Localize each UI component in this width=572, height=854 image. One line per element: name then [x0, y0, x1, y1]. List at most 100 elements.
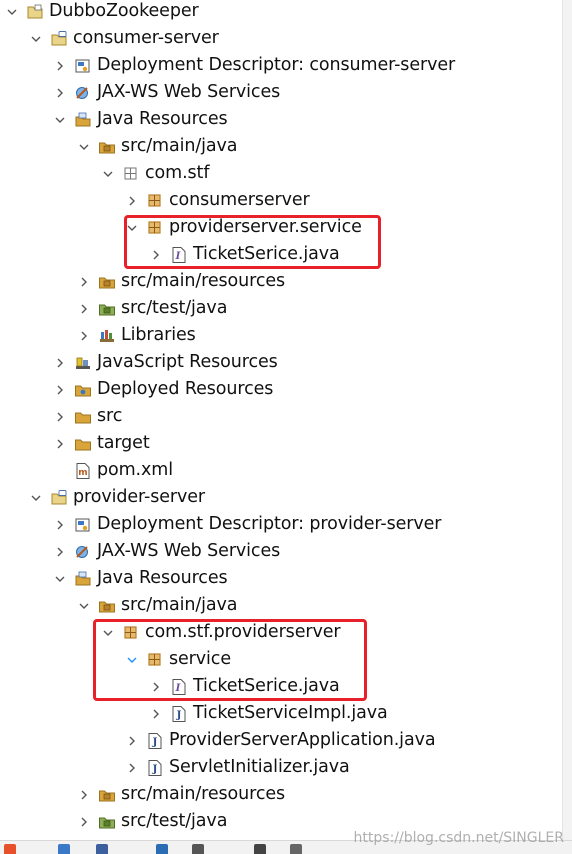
tree-item[interactable]: JavaScript Resources — [0, 349, 562, 376]
tree-item[interactable]: src — [0, 403, 562, 430]
chevron-right-icon[interactable] — [52, 52, 68, 79]
project-icon — [26, 3, 44, 21]
tree-item-label: Libraries — [121, 325, 196, 345]
svg-text:I: I — [175, 251, 181, 262]
package-icon — [146, 192, 164, 210]
tree-item-label: TicketSerice.java — [193, 244, 340, 264]
taskbar-app-icon[interactable] — [254, 844, 266, 854]
java-file-icon: J — [170, 705, 188, 723]
chevron-right-icon[interactable] — [52, 349, 68, 376]
tree-item[interactable]: J ServletInitializer.java — [0, 754, 562, 781]
chevron-right-icon[interactable] — [52, 403, 68, 430]
chevron-right-icon[interactable] — [76, 268, 92, 295]
tree-item[interactable]: J ProviderServerApplication.java — [0, 727, 562, 754]
chevron-down-icon[interactable] — [52, 565, 68, 592]
taskbar-app-icon[interactable] — [290, 844, 302, 854]
tree-item[interactable]: J TicketServiceImpl.java — [0, 700, 562, 727]
deployment-descriptor-icon — [74, 57, 92, 75]
tree-item-label: target — [97, 433, 150, 453]
java-file-icon: J — [146, 759, 164, 777]
taskbar-app-icon[interactable] — [96, 844, 108, 854]
chevron-down-icon[interactable] — [28, 484, 44, 511]
tree-item[interactable]: Deployment Descriptor: provider-server — [0, 511, 562, 538]
tree-item-label: Deployed Resources — [97, 379, 274, 399]
test-folder-icon — [98, 300, 116, 318]
tree-item[interactable]: src/test/java — [0, 295, 562, 322]
tree-item-label: service — [169, 649, 231, 669]
tree-item[interactable]: src/main/java — [0, 133, 562, 160]
tree-item[interactable]: src/main/resources — [0, 268, 562, 295]
tree-item[interactable]: src/main/resources — [0, 781, 562, 808]
vertical-scrollbar[interactable] — [562, 0, 572, 840]
java-resources-icon — [74, 111, 92, 129]
taskbar-app-icon[interactable] — [58, 844, 70, 854]
tree-item[interactable]: DubboZookeeper — [0, 0, 562, 25]
chevron-right-icon[interactable] — [148, 700, 164, 727]
chevron-right-icon[interactable] — [148, 673, 164, 700]
tree-item[interactable]: Java Resources — [0, 106, 562, 133]
chevron-right-icon[interactable] — [76, 295, 92, 322]
chevron-down-icon[interactable] — [52, 106, 68, 133]
tree-item-label: ProviderServerApplication.java — [169, 730, 436, 750]
project-explorer-tree: DubboZookeeper consumer-server Deployment … — [0, 0, 562, 840]
chevron-right-icon[interactable] — [124, 754, 140, 781]
svg-text:J: J — [152, 737, 158, 748]
taskbar-app-icon[interactable] — [4, 844, 16, 854]
chevron-right-icon[interactable] — [124, 187, 140, 214]
tree-item[interactable]: providerserver.service — [0, 214, 562, 241]
tree-item[interactable]: consumer-server — [0, 25, 562, 52]
svg-text:m: m — [78, 468, 87, 478]
javascript-resources-icon — [74, 354, 92, 372]
watermark: https://blog.csdn.net/SINGLER — [353, 830, 564, 846]
tree-item[interactable]: com.stf — [0, 160, 562, 187]
tree-item[interactable]: Libraries — [0, 322, 562, 349]
tree-item[interactable]: Deployed Resources — [0, 376, 562, 403]
tree-item-label: Java Resources — [97, 568, 228, 588]
chevron-down-icon[interactable] — [76, 592, 92, 619]
chevron-down-icon[interactable] — [124, 646, 140, 673]
chevron-down-icon[interactable] — [76, 133, 92, 160]
chevron-right-icon[interactable] — [76, 808, 92, 835]
tree-item[interactable]: target — [0, 430, 562, 457]
tree-item[interactable]: service — [0, 646, 562, 673]
chevron-down-icon[interactable] — [124, 214, 140, 241]
tree-item-label: src/test/java — [121, 298, 228, 318]
chevron-right-icon[interactable] — [52, 538, 68, 565]
tree-item[interactable]: com.stf.providerserver — [0, 619, 562, 646]
folder-icon — [74, 408, 92, 426]
chevron-down-icon[interactable] — [28, 25, 44, 52]
taskbar-app-icon[interactable] — [156, 844, 168, 854]
chevron-down-icon[interactable] — [100, 160, 116, 187]
xml-file-icon: m — [74, 462, 92, 480]
tree-item[interactable]: Java Resources — [0, 565, 562, 592]
chevron-right-icon[interactable] — [76, 781, 92, 808]
chevron-right-icon[interactable] — [76, 322, 92, 349]
tree-item[interactable]: JAX-WS Web Services — [0, 79, 562, 106]
tree-item-label: Deployment Descriptor: provider-server — [97, 514, 442, 534]
chevron-right-icon[interactable] — [124, 727, 140, 754]
chevron-right-icon[interactable] — [52, 79, 68, 106]
tree-item[interactable]: JAX-WS Web Services — [0, 538, 562, 565]
chevron-right-icon[interactable] — [52, 511, 68, 538]
tree-item[interactable]: consumerserver — [0, 187, 562, 214]
chevron-right-icon[interactable] — [148, 241, 164, 268]
tree-item-label: consumer-server — [73, 28, 219, 48]
tree-item[interactable]: Deployment Descriptor: consumer-server — [0, 52, 562, 79]
tree-item[interactable]: provider-server — [0, 484, 562, 511]
tree-item-label: consumerserver — [169, 190, 310, 210]
chevron-down-icon[interactable] — [100, 619, 116, 646]
chevron-right-icon[interactable] — [52, 376, 68, 403]
tree-item[interactable]: src/main/java — [0, 592, 562, 619]
tree-item[interactable]: m pom.xml — [0, 457, 562, 484]
source-folder-icon — [98, 138, 116, 156]
tree-item[interactable]: I TicketSerice.java — [0, 673, 562, 700]
chevron-down-icon[interactable] — [4, 0, 20, 25]
tree-item-label: TicketServiceImpl.java — [193, 703, 388, 723]
package-icon — [122, 624, 140, 642]
source-folder-icon — [98, 273, 116, 291]
tree-item[interactable]: I TicketSerice.java — [0, 241, 562, 268]
taskbar-app-icon[interactable] — [192, 844, 204, 854]
tree-item-label: src/test/java — [121, 811, 228, 831]
chevron-right-icon[interactable] — [52, 430, 68, 457]
